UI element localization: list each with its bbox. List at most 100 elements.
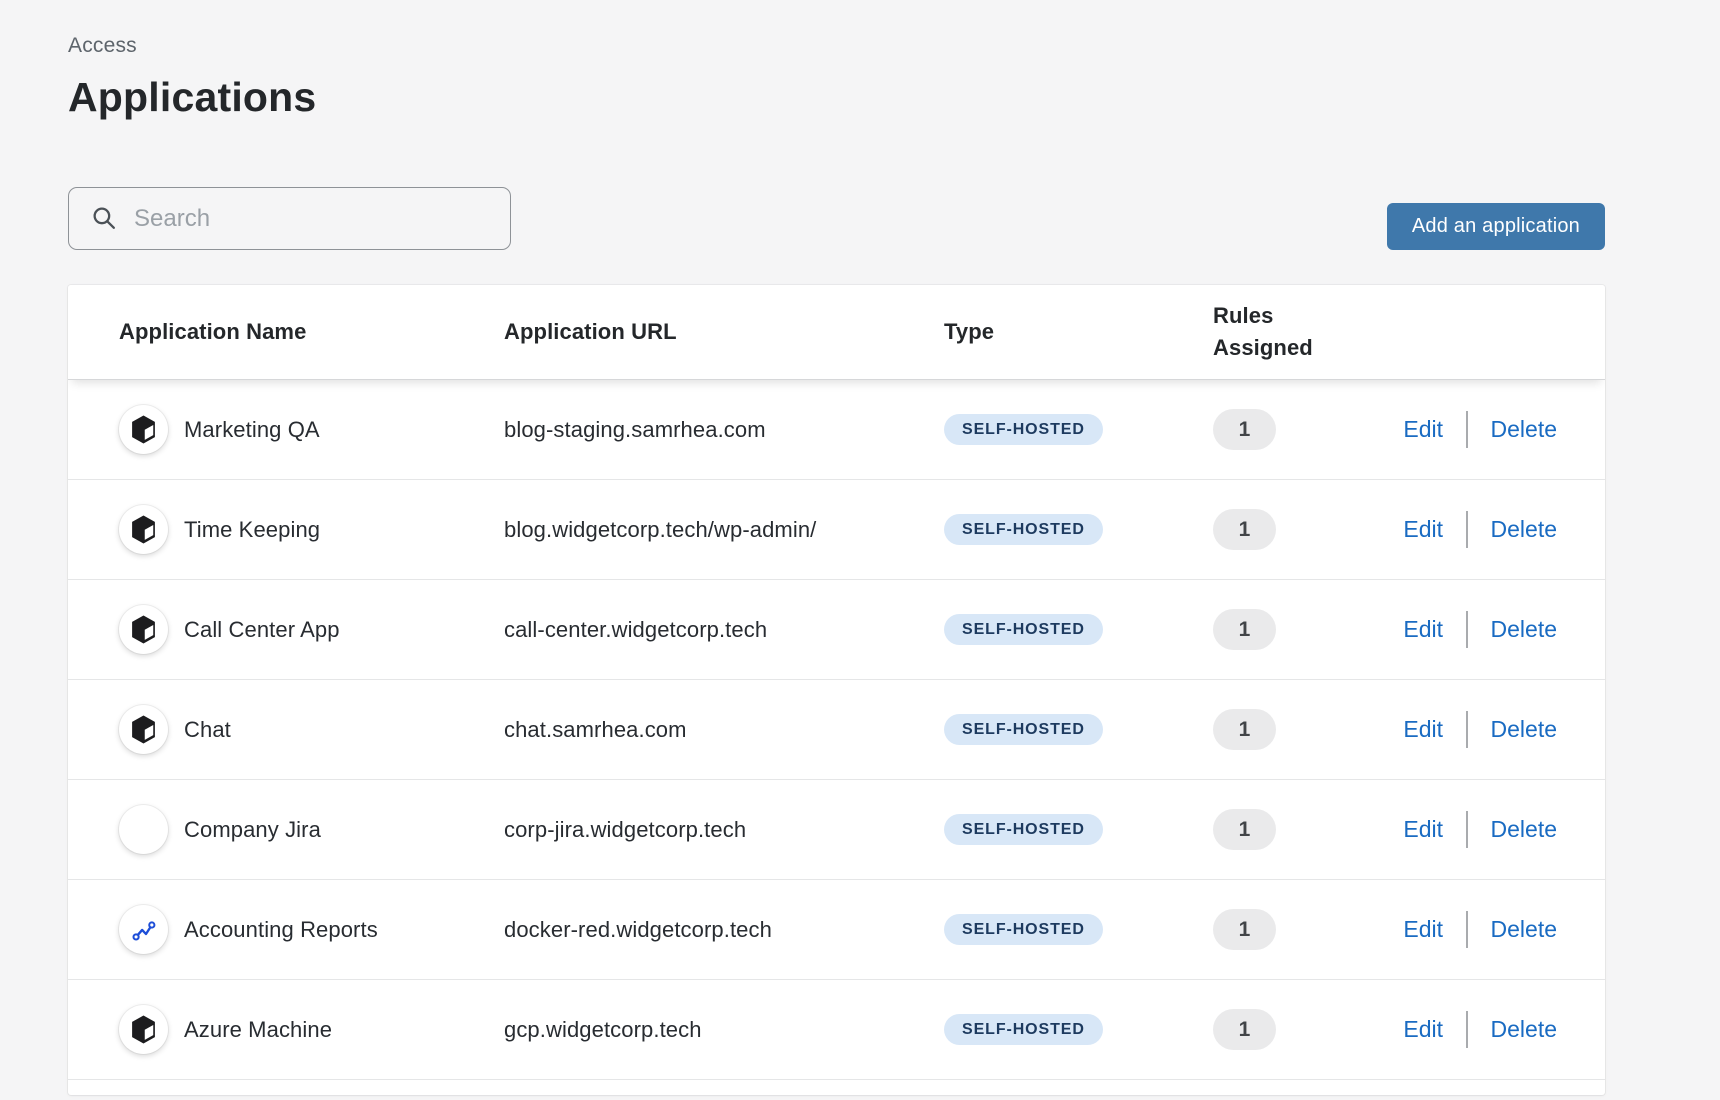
application-name-cell: Time Keeping (119, 505, 504, 554)
delete-link[interactable]: Delete (1491, 516, 1557, 543)
type-badge: SELF-HOSTED (944, 814, 1103, 845)
delete-link[interactable]: Delete (1491, 716, 1557, 743)
breadcrumb: Access (68, 34, 1605, 58)
column-header-application-url: Application URL (504, 319, 944, 345)
application-name-cell: Accounting Reports (119, 905, 504, 954)
rules-assigned-count: 1 (1213, 809, 1276, 850)
search-icon (91, 205, 118, 232)
rules-assigned-count: 1 (1213, 409, 1276, 450)
column-header-type: Type (944, 319, 1213, 345)
delete-link[interactable]: Delete (1491, 816, 1557, 843)
rules-cell: 1 (1213, 1009, 1400, 1050)
type-badge: SELF-HOSTED (944, 914, 1103, 945)
application-name: Company Jira (184, 817, 321, 843)
type-cell: SELF-HOSTED (944, 1014, 1213, 1045)
line-chart-icon (130, 916, 157, 943)
application-name: Call Center App (184, 617, 340, 643)
application-name: Accounting Reports (184, 917, 378, 943)
rules-cell: 1 (1213, 809, 1400, 850)
action-divider (1466, 511, 1468, 548)
application-name: Time Keeping (184, 517, 320, 543)
type-cell: SELF-HOSTED (944, 414, 1213, 445)
edit-link[interactable]: Edit (1403, 516, 1443, 543)
application-name: Azure Machine (184, 1017, 332, 1043)
rules-assigned-count: 1 (1213, 709, 1276, 750)
search-input[interactable] (134, 205, 492, 233)
type-badge: SELF-HOSTED (944, 414, 1103, 445)
rules-cell: 1 (1213, 509, 1400, 550)
column-header-application-name: Application Name (119, 319, 504, 345)
application-avatar (119, 905, 168, 954)
table-body: Marketing QA blog-staging.samrhea.com SE… (68, 380, 1605, 1080)
type-cell: SELF-HOSTED (944, 714, 1213, 745)
table-row: Company Jira corp-jira.widgetcorp.tech S… (68, 780, 1605, 880)
table-row: Marketing QA blog-staging.samrhea.com SE… (68, 380, 1605, 480)
type-cell: SELF-HOSTED (944, 514, 1213, 545)
row-actions: Edit Delete (1400, 911, 1557, 948)
application-name: Marketing QA (184, 417, 320, 443)
table-header-row: Application Name Application URL Type Ru… (68, 285, 1605, 380)
rules-assigned-count: 1 (1213, 609, 1276, 650)
delete-link[interactable]: Delete (1491, 616, 1557, 643)
application-url: gcp.widgetcorp.tech (504, 1017, 944, 1043)
application-url: blog-staging.samrhea.com (504, 417, 944, 443)
application-avatar (119, 705, 168, 754)
cube-app-icon (131, 1015, 156, 1044)
column-header-rules-assigned: Rules Assigned (1213, 300, 1328, 364)
table-row: Azure Machine gcp.widgetcorp.tech SELF-H… (68, 980, 1605, 1080)
rules-cell: 1 (1213, 909, 1400, 950)
application-url: call-center.widgetcorp.tech (504, 617, 944, 643)
edit-link[interactable]: Edit (1403, 1016, 1443, 1043)
cube-app-icon (131, 715, 156, 744)
type-badge: SELF-HOSTED (944, 1014, 1103, 1045)
row-actions: Edit Delete (1400, 611, 1557, 648)
type-badge: SELF-HOSTED (944, 614, 1103, 645)
edit-link[interactable]: Edit (1403, 616, 1443, 643)
type-cell: SELF-HOSTED (944, 614, 1213, 645)
add-application-button[interactable]: Add an application (1387, 203, 1605, 250)
search-box[interactable] (68, 187, 511, 250)
jira-icon (130, 816, 157, 843)
table-row: Call Center App call-center.widgetcorp.t… (68, 580, 1605, 680)
delete-link[interactable]: Delete (1491, 416, 1557, 443)
application-name-cell: Company Jira (119, 805, 504, 854)
rules-assigned-count: 1 (1213, 509, 1276, 550)
rules-cell: 1 (1213, 709, 1400, 750)
rules-cell: 1 (1213, 609, 1400, 650)
type-badge: SELF-HOSTED (944, 514, 1103, 545)
application-url: corp-jira.widgetcorp.tech (504, 817, 944, 843)
applications-table: Application Name Application URL Type Ru… (68, 285, 1605, 1095)
edit-link[interactable]: Edit (1403, 916, 1443, 943)
application-name-cell: Chat (119, 705, 504, 754)
delete-link[interactable]: Delete (1491, 916, 1557, 943)
action-divider (1466, 911, 1468, 948)
edit-link[interactable]: Edit (1403, 716, 1443, 743)
rules-cell: 1 (1213, 409, 1400, 450)
table-row: Chat chat.samrhea.com SELF-HOSTED 1 Edit… (68, 680, 1605, 780)
application-avatar (119, 505, 168, 554)
application-url: chat.samrhea.com (504, 717, 944, 743)
rules-assigned-count: 1 (1213, 909, 1276, 950)
action-divider (1466, 711, 1468, 748)
edit-link[interactable]: Edit (1403, 416, 1443, 443)
application-avatar (119, 405, 168, 454)
edit-link[interactable]: Edit (1403, 816, 1443, 843)
application-url: docker-red.widgetcorp.tech (504, 917, 944, 943)
type-cell: SELF-HOSTED (944, 814, 1213, 845)
application-name: Chat (184, 717, 231, 743)
action-divider (1466, 1011, 1468, 1048)
page-title: Applications (68, 74, 1605, 121)
toolbar: Add an application (68, 187, 1605, 250)
row-actions: Edit Delete (1400, 511, 1557, 548)
row-actions: Edit Delete (1400, 411, 1557, 448)
type-badge: SELF-HOSTED (944, 714, 1103, 745)
cube-app-icon (131, 615, 156, 644)
application-name-cell: Marketing QA (119, 405, 504, 454)
row-actions: Edit Delete (1400, 811, 1557, 848)
row-actions: Edit Delete (1400, 1011, 1557, 1048)
action-divider (1466, 811, 1468, 848)
delete-link[interactable]: Delete (1491, 1016, 1557, 1043)
application-url: blog.widgetcorp.tech/wp-admin/ (504, 517, 944, 543)
type-cell: SELF-HOSTED (944, 914, 1213, 945)
application-avatar (119, 605, 168, 654)
